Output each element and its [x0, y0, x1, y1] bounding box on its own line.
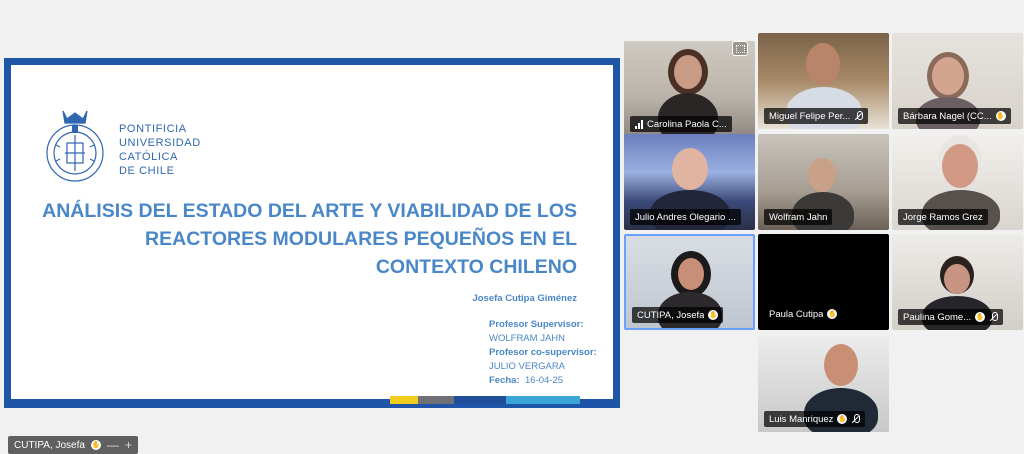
raise-hand-icon: ✋ — [995, 111, 1006, 121]
university-name-line-3: CATÓLICA — [119, 151, 178, 163]
slide-color-strip-yellow — [390, 396, 418, 404]
participant-tile[interactable]: Luis Manriquez ✋ — [758, 336, 889, 432]
mic-muted-icon — [851, 413, 860, 425]
participant-name-tag: Jorge Ramos Grez — [898, 209, 988, 225]
supervisor-label: Profesor Supervisor: — [489, 319, 584, 330]
participant-name-tag: Miguel Felipe Per... — [764, 108, 869, 124]
participant-tile[interactable]: Paulina Gome... ✋ — [892, 234, 1023, 330]
slide-color-strip-cyan — [506, 396, 580, 404]
participant-tile[interactable]: Julio Andres Olegario ... — [624, 134, 755, 230]
participant-name: Luis Manriquez — [769, 413, 834, 425]
raise-hand-icon: ✋ — [837, 414, 848, 424]
participant-name: Jorge Ramos Grez — [903, 211, 983, 223]
participant-name-tag: Paulina Gome... ✋ — [898, 309, 1004, 325]
participant-name: Bárbara Nagel (CC... — [903, 110, 992, 122]
raise-hand-icon: ✋ — [90, 440, 101, 450]
raise-hand-icon: ✋ — [827, 309, 838, 319]
raise-hand-icon: ✋ — [975, 312, 986, 322]
participant-name: CUTIPA, Josefa — [637, 309, 705, 321]
participant-tile-active[interactable]: CUTIPA, Josefa ✋ — [624, 234, 755, 330]
participant-name-tag: Julio Andres Olegario ... — [630, 209, 741, 225]
supervisor-name: WOLFRAM JAHN — [489, 333, 565, 344]
participant-tile[interactable]: Jorge Ramos Grez — [892, 134, 1023, 230]
participant-name-tag: Paula Cutipa ✋ — [764, 306, 842, 322]
signal-bars-icon — [635, 119, 643, 129]
cosupervisor-name: JULIO VERGARA — [489, 361, 566, 372]
participant-name: Carolina Paola C... — [647, 118, 727, 130]
cosupervisor-label: Profesor co-supervisor: — [489, 347, 597, 358]
slide-title-line-3: CONTEXTO CHILENO — [375, 256, 577, 278]
meeting-window: PONTIFICIA UNIVERSIDAD CATÓLICA DE CHILE… — [0, 0, 1024, 454]
date-value: 16-04-25 — [525, 375, 564, 386]
participant-name: Wolfram Jahn — [769, 211, 828, 223]
shared-slide-frame: PONTIFICIA UNIVERSIDAD CATÓLICA DE CHILE… — [4, 58, 620, 408]
university-name-line-1: PONTIFICIA — [119, 123, 187, 135]
date-label: Fecha: — [489, 375, 520, 386]
participant-name-tag: CUTIPA, Josefa ✋ — [632, 307, 724, 323]
participant-tile[interactable]: Paula Cutipa ✋ — [758, 234, 889, 330]
participant-name: Paula Cutipa — [769, 308, 824, 320]
participant-tile[interactable]: Bárbara Nagel (CC... ✋ — [892, 33, 1023, 129]
slide-author: Josefa Cutipa Giménez — [472, 293, 577, 304]
participant-tile[interactable]: Wolfram Jahn — [758, 134, 889, 230]
participant-name-tag: Carolina Paola C... — [630, 116, 732, 132]
slide-title-line-1: ANÁLISIS DEL ESTADO DEL ARTE Y VIABILIDA… — [42, 200, 577, 222]
slide-title-line-2: REACTORES MODULARES PEQUEÑOS EN EL — [145, 228, 577, 250]
participant-tile[interactable]: Miguel Felipe Per... — [758, 33, 889, 129]
slide-color-strip-gray — [418, 396, 454, 404]
minimize-self-view-button[interactable]: — — [107, 439, 119, 451]
slide-color-strip-blue — [454, 396, 506, 404]
university-name-line-2: UNIVERSIDAD — [119, 137, 201, 149]
participant-name: Miguel Felipe Per... — [769, 110, 851, 122]
participant-name: Julio Andres Olegario ... — [635, 211, 736, 223]
university-name-line-4: DE CHILE — [119, 165, 175, 177]
raise-hand-icon: ✋ — [708, 310, 719, 320]
mic-muted-icon — [989, 311, 998, 323]
expand-self-view-button[interactable]: + — [125, 439, 132, 451]
view-grid-button[interactable] — [732, 41, 748, 56]
participant-name-tag: Bárbara Nagel (CC... ✋ — [898, 108, 1011, 124]
self-view-name: CUTIPA, Josefa — [14, 439, 85, 451]
participant-name: Paulina Gome... — [903, 311, 972, 323]
self-view-label[interactable]: CUTIPA, Josefa ✋ — + — [8, 436, 138, 454]
university-seal-icon — [46, 110, 104, 182]
participant-name-tag: Wolfram Jahn — [764, 209, 833, 225]
shared-slide: PONTIFICIA UNIVERSIDAD CATÓLICA DE CHILE… — [11, 65, 613, 399]
mic-muted-icon — [854, 110, 863, 122]
university-logo: PONTIFICIA UNIVERSIDAD CATÓLICA DE CHILE — [41, 103, 201, 191]
participant-name-tag: Luis Manriquez ✋ — [764, 411, 866, 427]
